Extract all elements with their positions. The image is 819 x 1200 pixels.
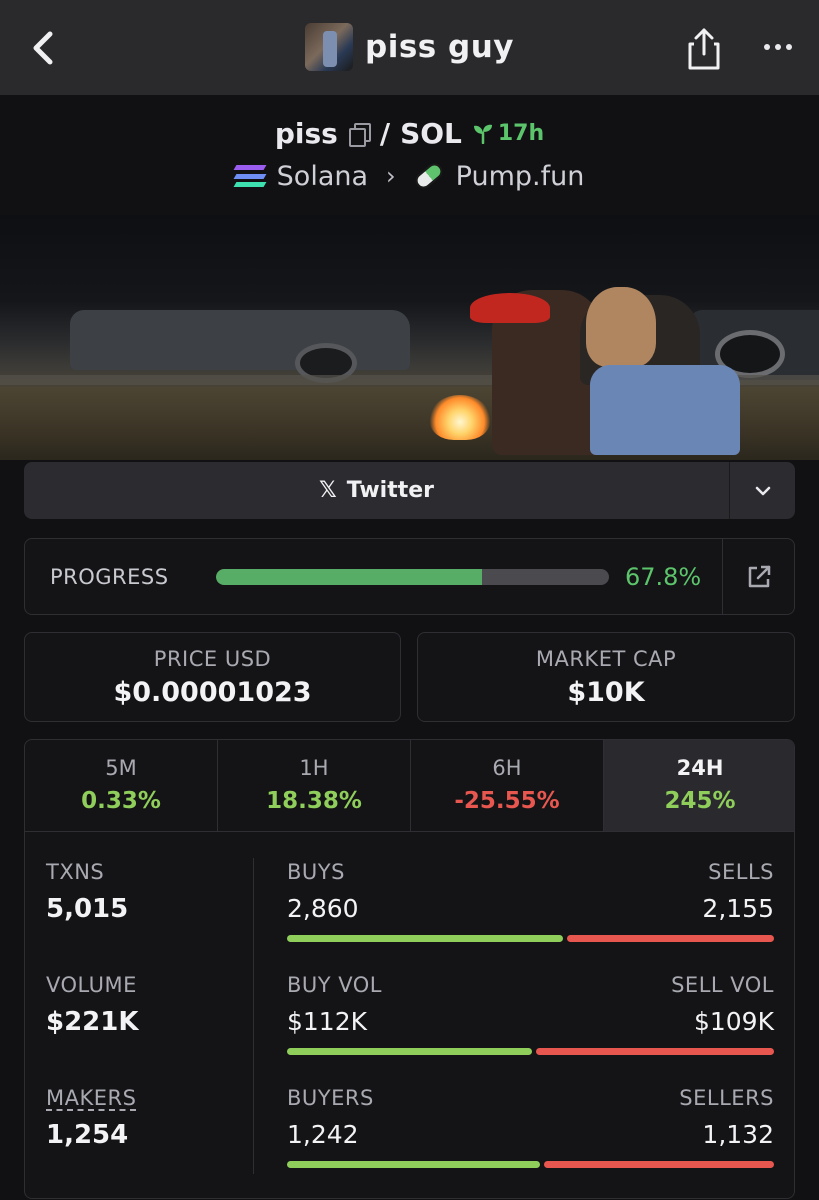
dex-name[interactable]: Pump.fun (456, 161, 585, 192)
buys-sells-bar (287, 935, 774, 942)
sellers-label: SELLERS (679, 1086, 774, 1110)
pair-age: 17h (472, 121, 544, 146)
buys-label: BUYS (287, 860, 345, 884)
tab-24h[interactable]: 24H 245% (604, 740, 794, 831)
progress-bar (215, 568, 609, 585)
buyers-value: 1,242 (287, 1120, 359, 1149)
tab-6h[interactable]: 6H -25.55% (411, 740, 604, 831)
stats-panel: 5M 0.33% 1H 18.38% 6H -25.55% 24H 245% T… (24, 739, 795, 1199)
sellers-value: 1,132 (702, 1120, 774, 1149)
pair-info: piss / SOL 17h Solana › Pump.fun (0, 95, 819, 215)
banner-hair (586, 287, 656, 367)
sells-value: 2,155 (702, 894, 774, 923)
timeframe-change: -25.55% (454, 788, 560, 814)
chevron-right-icon: › (386, 162, 396, 190)
buy-vol-label: BUY VOL (287, 973, 383, 997)
price-usd-value: $0.00001023 (113, 677, 312, 708)
twitter-button[interactable]: 𝕏 Twitter (24, 462, 729, 519)
market-cap-card: MARKET CAP $10K (417, 632, 795, 722)
buyers-bar (287, 1161, 540, 1168)
volume-value: $221K (46, 1007, 139, 1037)
buy-vol-value: $112K (287, 1007, 368, 1036)
more-button[interactable] (758, 34, 798, 60)
timeframe-change: 245% (664, 788, 736, 814)
price-usd-label: PRICE USD (153, 647, 272, 671)
sells-label: SELLS (708, 860, 774, 884)
buy-sell-vol-split: BUY VOL SELL VOL $112K $109K (287, 973, 774, 1055)
copy-icon[interactable] (348, 122, 371, 147)
pair-age-value: 17h (497, 120, 545, 146)
volume-metric: VOLUME $221K (46, 973, 139, 1037)
sell-vol-bar (535, 1048, 774, 1055)
pair-row: piss / SOL 17h (0, 113, 819, 153)
timeframe-change: 18.38% (266, 788, 362, 814)
progress-value: 67.8% (624, 562, 702, 591)
buyers-sellers-bar (287, 1161, 774, 1168)
progress-external-link-button[interactable] (722, 539, 794, 614)
pair-separator: / (379, 116, 391, 150)
makers-metric[interactable]: MAKERS 1,254 (46, 1086, 136, 1150)
buy-sell-vol-bar (287, 1048, 774, 1055)
x-logo-icon: 𝕏 (319, 478, 337, 503)
stats-divider (253, 858, 254, 1174)
buyers-sellers-split: BUYERS SELLERS 1,242 1,132 (287, 1086, 774, 1168)
timeframe-name: 5M (105, 756, 137, 780)
sells-bar (566, 935, 774, 942)
sprout-icon (473, 124, 492, 144)
base-symbol: piss (274, 116, 338, 150)
solana-icon (233, 165, 267, 187)
chevron-down-icon (755, 486, 770, 495)
twitter-label: Twitter (346, 478, 434, 503)
tab-5m[interactable]: 5M 0.33% (25, 740, 218, 831)
sellers-bar (543, 1161, 774, 1168)
volume-label: VOLUME (46, 973, 137, 997)
banner-car (70, 310, 410, 370)
top-bar: piss guy (0, 0, 819, 95)
sell-vol-value: $109K (693, 1007, 774, 1036)
makers-label: MAKERS (46, 1086, 137, 1110)
banner-helmet (470, 293, 550, 323)
buyers-label: BUYERS (287, 1086, 374, 1110)
timeframe-name: 1H (299, 756, 329, 780)
token-banner-image (0, 215, 819, 460)
more-dot (786, 44, 792, 50)
price-usd-card: PRICE USD $0.00001023 (24, 632, 401, 722)
more-dot (775, 44, 781, 50)
market-cap-value: $10K (567, 677, 645, 708)
buy-vol-bar (287, 1048, 532, 1055)
token-name: piss guy (365, 29, 514, 65)
social-links: 𝕏 Twitter (24, 462, 795, 519)
makers-value: 1,254 (46, 1120, 129, 1150)
market-cap-label: MARKET CAP (535, 647, 677, 671)
txns-metric: TXNS 5,015 (46, 860, 128, 924)
buys-value: 2,860 (287, 894, 359, 923)
links-dropdown-button[interactable] (729, 462, 795, 519)
buys-sells-split: BUYS SELLS 2,860 2,155 (287, 860, 774, 942)
token-avatar (305, 23, 353, 71)
sell-vol-label: SELL VOL (671, 973, 774, 997)
buys-bar (287, 935, 563, 942)
pill-icon (412, 160, 446, 192)
progress-fill (215, 568, 483, 585)
progress-label: PROGRESS (50, 564, 169, 589)
timeframe-name: 24H (676, 756, 724, 780)
timeframe-tabs: 5M 0.33% 1H 18.38% 6H -25.55% 24H 245% (25, 740, 794, 832)
share-icon (688, 28, 720, 70)
banner-jeans (590, 365, 740, 455)
txns-value: 5,015 (46, 894, 129, 924)
chain-row: Solana › Pump.fun (0, 157, 819, 195)
external-link-icon (748, 565, 770, 587)
more-dot (764, 44, 770, 50)
chain-name[interactable]: Solana (277, 161, 368, 192)
share-button[interactable] (684, 24, 724, 72)
quote-symbol: SOL (400, 116, 462, 150)
timeframe-change: 0.33% (81, 788, 161, 814)
tab-1h[interactable]: 1H 18.38% (218, 740, 411, 831)
bonding-progress: PROGRESS 67.8% (24, 538, 795, 615)
txns-label: TXNS (46, 860, 105, 884)
banner-fire (430, 395, 490, 440)
timeframe-name: 6H (492, 756, 522, 780)
